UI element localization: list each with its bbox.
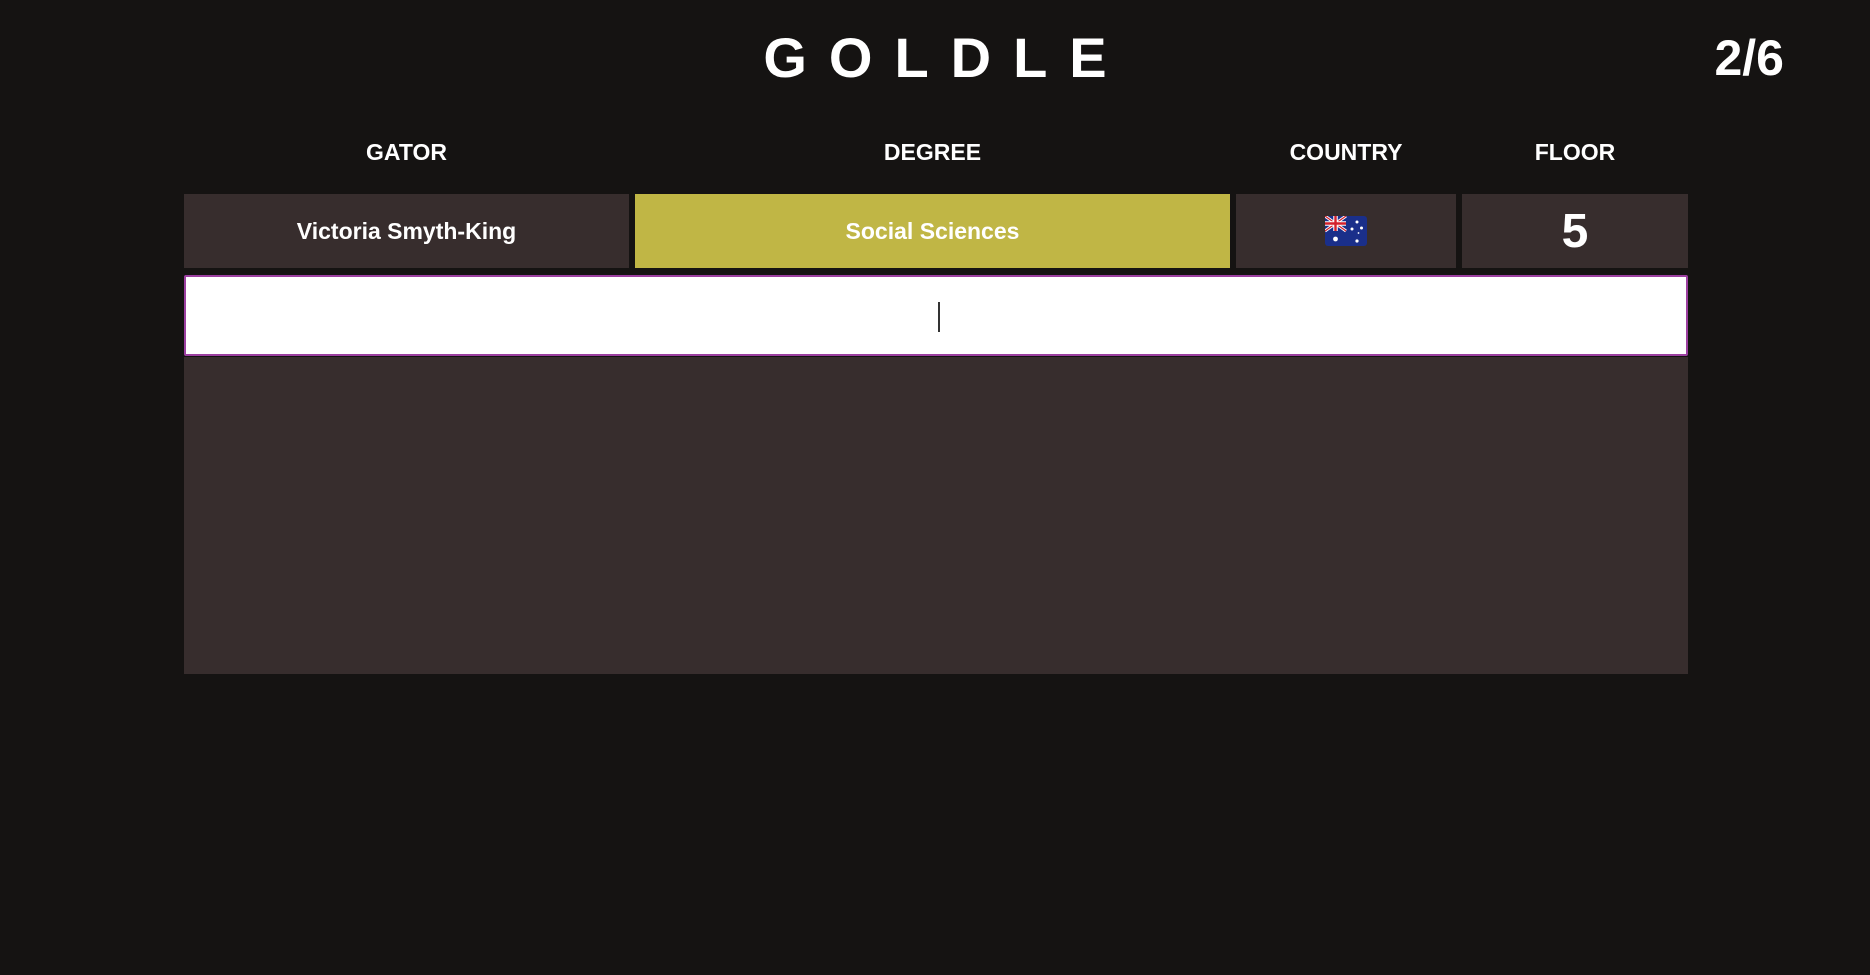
header-country: COUNTRY [1289, 139, 1403, 165]
guess-counter: 2/6 [1714, 30, 1784, 86]
game-title: GOLDLE [763, 26, 1129, 89]
header-gator: GATOR [366, 139, 447, 165]
text-caret [938, 302, 940, 332]
suggestions-panel [184, 357, 1688, 674]
guess-country-cell [1236, 194, 1456, 268]
guess-row: Victoria Smyth-King Social Sciences 5 [184, 194, 1688, 268]
guess-input[interactable] [186, 277, 1686, 354]
guess-floor-cell: 5 [1462, 194, 1688, 268]
guess-input-box[interactable] [184, 275, 1688, 356]
guess-gator-cell: Victoria Smyth-King [184, 194, 629, 268]
header-degree: DEGREE [883, 139, 982, 165]
game-page: GOLDLE 2/6 GATOR DEGREE COUNTRY FLOOR Vi… [0, 0, 1870, 975]
guess-degree-cell: Social Sciences [635, 194, 1230, 268]
australia-flag-icon [1325, 216, 1367, 246]
column-headers: GATOR DEGREE COUNTRY FLOOR [184, 132, 1688, 172]
header-floor: FLOOR [1534, 139, 1616, 165]
